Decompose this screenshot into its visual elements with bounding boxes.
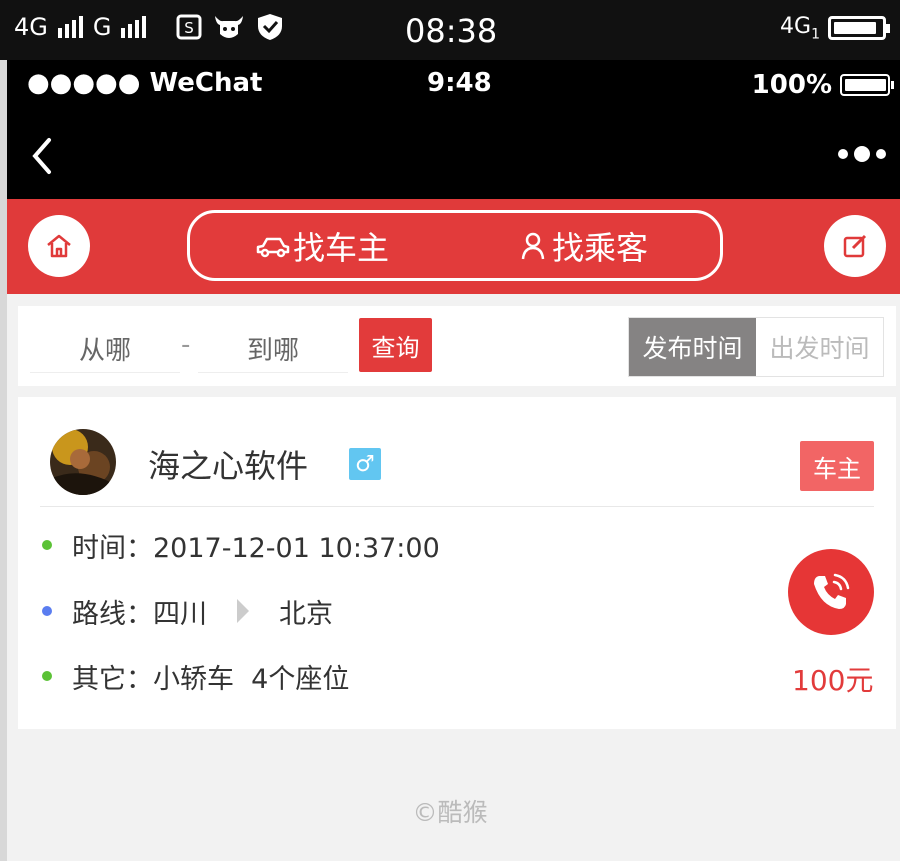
route-from-text: 路线：四川 bbox=[72, 598, 207, 630]
divider bbox=[40, 506, 874, 507]
from-input[interactable]: 从哪 bbox=[30, 324, 180, 373]
tab-switch: 找车主 找乘客 bbox=[187, 210, 723, 281]
green-dot-icon bbox=[42, 540, 52, 550]
edit-icon bbox=[843, 234, 867, 258]
info-row-other: 其它：小轿车 4个座位 bbox=[42, 656, 349, 696]
screen-edge bbox=[0, 60, 7, 861]
sort-toggle: 发布时间 出发时间 bbox=[628, 317, 884, 377]
other-text: 其它：小轿车 4个座位 bbox=[72, 663, 350, 695]
username: 海之心软件 bbox=[148, 447, 309, 485]
person-icon bbox=[521, 232, 545, 259]
home-button[interactable] bbox=[28, 215, 90, 277]
listing-card[interactable]: 海之心软件 ♂ 车主 时间：2017-12-01 10:37:00 路线：四川 … bbox=[18, 397, 896, 729]
route-dash: - bbox=[181, 330, 191, 360]
to-input[interactable]: 到哪 bbox=[198, 324, 348, 373]
gender-male-icon: ♂ bbox=[349, 448, 381, 480]
bull-icon bbox=[215, 16, 244, 38]
phone-status-left: 4G G S bbox=[14, 12, 284, 42]
route-to-text: 北京 bbox=[279, 598, 333, 630]
time-text: 时间：2017-12-01 10:37:00 bbox=[72, 532, 440, 564]
search-bar: 从哪 - 到哪 查询 发布时间 出发时间 bbox=[18, 306, 896, 386]
phone-status-right: 4G1 bbox=[780, 14, 890, 43]
green-dot-icon bbox=[42, 671, 52, 681]
network-indicator: 4G1 bbox=[780, 14, 820, 43]
signal-bars-icon-2 bbox=[121, 16, 147, 38]
phone-status-bar: 4G G S 08:38 4G1 bbox=[0, 0, 900, 60]
tab-find-passenger[interactable]: 找乘客 bbox=[520, 213, 648, 278]
phone-clock: 08:38 bbox=[405, 12, 498, 50]
shield-icon bbox=[258, 14, 283, 40]
info-row-time: 时间：2017-12-01 10:37:00 bbox=[42, 525, 440, 565]
avatar[interactable] bbox=[50, 429, 116, 495]
edit-button[interactable] bbox=[824, 215, 886, 277]
tab-find-passenger-label: 找乘客 bbox=[552, 228, 649, 267]
phone-battery-icon bbox=[828, 16, 890, 41]
wechat-battery: 100% bbox=[751, 70, 894, 100]
home-icon bbox=[47, 234, 71, 258]
sort-by-publish-time[interactable]: 发布时间 bbox=[629, 318, 756, 376]
signal-bars-icon bbox=[57, 16, 83, 38]
app-notification-icon: S bbox=[176, 14, 202, 40]
query-button[interactable]: 查询 bbox=[359, 318, 432, 372]
wechat-clock: 9:48 bbox=[427, 68, 492, 98]
network-type-2: G bbox=[92, 13, 112, 41]
arrow-right-icon bbox=[237, 599, 249, 623]
battery-icon bbox=[840, 74, 894, 96]
info-row-route: 路线：四川 北京 bbox=[42, 591, 333, 631]
role-badge: 车主 bbox=[800, 441, 874, 491]
battery-percent: 100% bbox=[751, 70, 832, 100]
more-icon[interactable] bbox=[838, 146, 886, 162]
wechat-status-bar: ●●●●● WeChat 9:48 100% bbox=[7, 60, 900, 108]
tab-find-driver[interactable]: 找车主 bbox=[255, 213, 389, 278]
back-icon[interactable] bbox=[29, 136, 55, 176]
network-type-1: 4G bbox=[14, 13, 48, 41]
car-icon bbox=[256, 237, 290, 257]
call-button[interactable] bbox=[788, 549, 874, 635]
avatar-image bbox=[50, 429, 116, 495]
svg-text:S: S bbox=[185, 19, 195, 37]
sort-by-departure-time[interactable]: 出发时间 bbox=[756, 318, 883, 376]
tab-find-driver-label: 找车主 bbox=[293, 228, 390, 267]
blue-dot-icon bbox=[42, 606, 52, 616]
nav-bar bbox=[7, 108, 900, 199]
phone-icon bbox=[814, 573, 850, 609]
wechat-carrier: ●●●●● WeChat bbox=[27, 68, 263, 98]
header-bar: 找车主 找乘客 bbox=[7, 199, 900, 294]
footer-copyright: ©酷猴 bbox=[412, 798, 488, 827]
price: 100元 bbox=[792, 664, 874, 697]
